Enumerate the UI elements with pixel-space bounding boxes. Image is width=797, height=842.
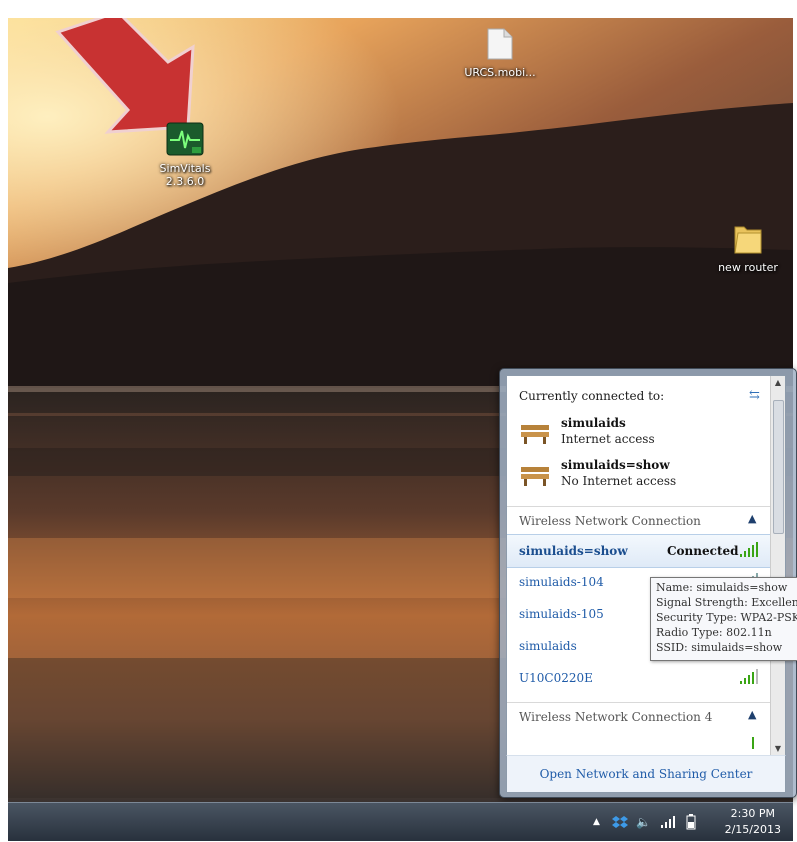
network-list-panel: Currently connected to: ⇆ simulaids Inte… [506,375,786,757]
tooltip-radio: Radio Type: 802.11n [656,626,772,639]
network-row-simulaids-show[interactable]: simulaids=show Connected [507,534,771,568]
wireless-connection-4-section-header[interactable]: Wireless Network Connection 4 ▲ [507,702,771,731]
speaker-icon[interactable]: 🔈 [636,803,651,841]
section-title: Wireless Network Connection 4 [519,710,713,724]
folder-icon [703,221,793,258]
wireless-connection-section-header[interactable]: Wireless Network Connection ▲ [507,506,771,535]
tooltip-ssid: SSID: simulaids=show [656,641,783,654]
network-signal-icon[interactable] [660,803,676,841]
signal-strength-icon [752,737,754,749]
network-name: simulaids [519,639,577,653]
desktop-icon-simvitals[interactable]: SimVitals 2.3.6.0 [140,122,230,188]
scroll-down-arrow-icon[interactable]: ▼ [771,742,785,756]
connected-network-status: No Internet access [561,474,677,488]
network-row-u10c0220e[interactable]: U10C0220E [507,662,771,694]
signal-strength-icon [740,542,758,557]
network-bench-icon [521,467,549,486]
connected-network-item: simulaids Internet access [519,416,759,452]
collapse-chevron-icon[interactable]: ▲ [748,512,756,525]
desktop-icon-new-router[interactable]: new router [703,221,793,274]
refresh-icon[interactable]: ⇆ [749,388,760,403]
connected-network-status: Internet access [561,432,655,446]
dropbox-icon[interactable] [612,803,628,841]
network-name: simulaids-104 [519,575,604,589]
signal-strength-icon [740,669,758,684]
network-name: simulaids-105 [519,607,604,621]
file-icon [455,28,545,63]
battery-icon[interactable] [686,803,696,841]
section-title: Wireless Network Connection [519,514,701,528]
collapse-chevron-icon[interactable]: ▲ [748,708,756,721]
simvitals-app-icon [140,122,230,159]
desktop-icon-label: URCS.mobi... [464,66,536,79]
tooltip-name: Name: simulaids=show [656,581,788,594]
desktop-icon-label-line2: 2.3.6.0 [165,175,205,188]
network-name: simulaids=show [519,544,628,558]
tooltip-security: Security Type: WPA2-PSK [656,611,797,624]
connected-network-item: simulaids=show No Internet access [519,458,759,494]
show-hidden-icons-arrow-icon[interactable]: ▲ [593,803,600,841]
desktop-icon-label: new router [718,261,778,274]
desktop-icon-label-line1: SimVitals [159,162,211,175]
flyout-footer: Open Network and Sharing Center [506,755,786,793]
currently-connected-header: Currently connected to: [519,389,665,403]
network-bench-icon [521,425,549,444]
connected-network-name: simulaids [561,416,626,430]
clock-date: 2/15/2013 [724,823,781,836]
connected-network-name: simulaids=show [561,458,670,472]
tooltip-signal: Signal Strength: Excellent [656,596,797,609]
network-details-tooltip: Name: simulaids=show Signal Strength: Ex… [650,577,797,661]
taskbar: ▲ 🔈 2:30 PM 2/15/2013 [8,802,793,841]
clock-time: 2:30 PM [730,807,775,820]
scrollbar-thumb[interactable] [773,400,784,534]
clock[interactable]: 2:30 PM 2/15/2013 [725,806,781,838]
network-row-partial[interactable] [507,732,771,756]
network-list-scrollbar[interactable]: ▲ ▼ [770,376,785,756]
network-name: U10C0220E [519,671,593,685]
scroll-up-arrow-icon[interactable]: ▲ [771,376,785,390]
network-status: Connected [667,544,739,558]
desktop-icon-urcs[interactable]: URCS.mobi... [455,28,545,79]
open-network-sharing-center-link[interactable]: Open Network and Sharing Center [540,767,753,781]
